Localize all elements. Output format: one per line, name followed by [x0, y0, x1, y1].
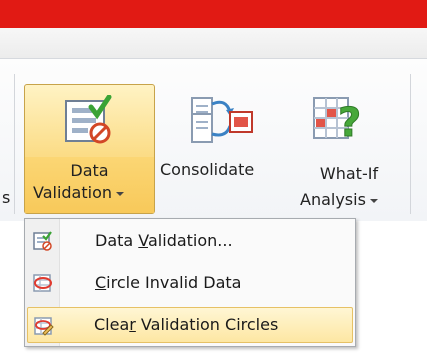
- partial-group-label: s: [2, 188, 11, 207]
- data-validation-menu: Data Validation... Circle Invalid Data C…: [24, 218, 356, 347]
- menu-item-label: Data Validation...: [95, 231, 233, 250]
- circle-invalid-icon: [33, 274, 52, 292]
- menu-item-circle-invalid-data[interactable]: Circle Invalid Data: [27, 265, 353, 301]
- what-if-label-line1: What-If: [319, 164, 379, 183]
- menu-item-data-validation[interactable]: Data Validation...: [27, 223, 353, 259]
- group-separator: [410, 74, 411, 214]
- data-validation-dropdown[interactable]: Data Validation: [25, 157, 154, 213]
- title-bar: [0, 0, 427, 28]
- clear-circles-icon: [34, 317, 54, 336]
- svg-text:?: ?: [338, 100, 361, 146]
- chevron-down-icon: [116, 191, 125, 196]
- what-if-analysis-button[interactable]: ? What-If Analysis: [290, 84, 408, 214]
- menu-item-label: Clear Validation Circles: [94, 315, 279, 334]
- what-if-label-line2: Analysis: [300, 190, 378, 210]
- data-validation-icon: [65, 95, 112, 144]
- consolidate-label: Consolidate: [160, 160, 255, 179]
- consolidate-button[interactable]: Consolidate: [160, 84, 286, 214]
- data-validation-label-line2: Validation: [33, 183, 125, 203]
- ribbon-tab-strip: [0, 28, 427, 58]
- data-validation-split-button[interactable]: Data Validation: [24, 84, 155, 214]
- menu-item-clear-validation-circles[interactable]: Clear Validation Circles: [27, 307, 353, 343]
- consolidate-icon: [191, 97, 253, 143]
- menu-item-label: Circle Invalid Data: [95, 273, 242, 292]
- data-validation-button-top[interactable]: [25, 85, 154, 158]
- data-validation-icon: [33, 231, 52, 251]
- data-validation-label-line1: Data: [70, 161, 109, 180]
- what-if-analysis-icon: ?: [313, 97, 362, 146]
- chevron-down-icon: [369, 198, 378, 203]
- group-separator: [14, 74, 15, 214]
